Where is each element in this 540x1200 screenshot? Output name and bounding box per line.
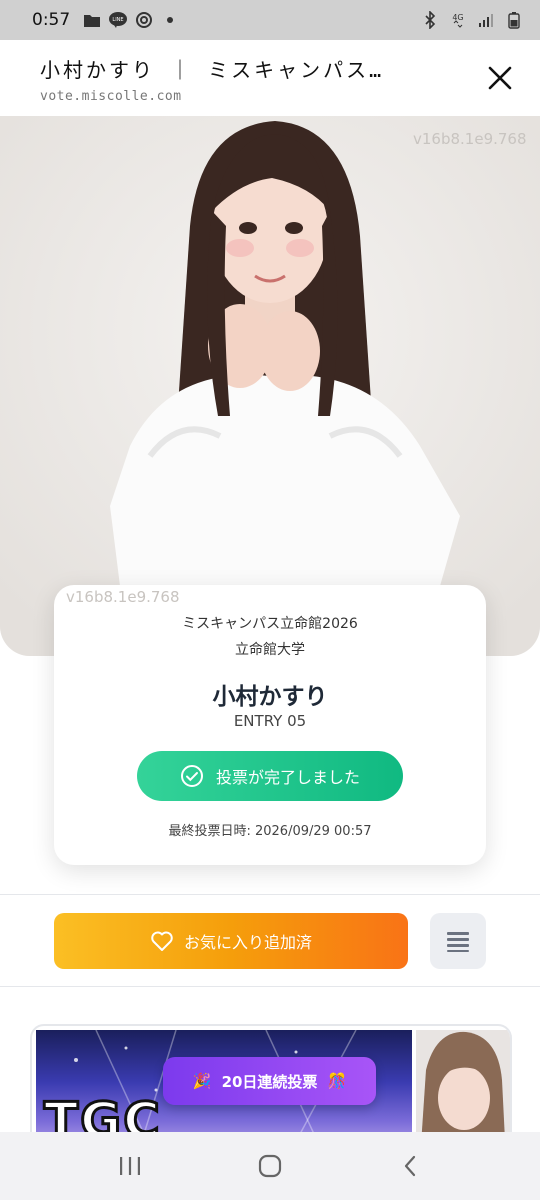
page-url: vote.miscolle.com [40, 89, 182, 104]
vote-button-label: 投票が完了しました [215, 768, 360, 787]
watermark-top: v16b8.1e9.768 [413, 130, 527, 148]
recent-apps-icon [120, 1157, 140, 1175]
streak-label: 20日連続投票 [221, 1072, 318, 1091]
portrait-image [0, 116, 540, 656]
candidate-name: 小村かすり [212, 684, 328, 710]
check-circle-icon [180, 765, 203, 787]
threads-icon [134, 10, 154, 30]
folder-icon [82, 10, 102, 30]
menu-icon [447, 932, 469, 952]
close-button[interactable] [484, 62, 516, 94]
favorite-button[interactable]: お気に入り追加済 [54, 913, 408, 969]
university-name: 立命館大学 [235, 642, 305, 658]
home-button[interactable] [250, 1146, 290, 1186]
system-nav-bar [0, 1132, 540, 1200]
bluetooth-icon [420, 10, 440, 30]
status-time: 0:57 [32, 10, 71, 30]
battery-icon [504, 10, 524, 30]
balloons-icon: 🎊 [327, 1072, 347, 1090]
recent-apps-button[interactable] [110, 1146, 150, 1186]
last-vote-time: 最終投票日時: 2026/09/29 00:57 [168, 824, 372, 839]
back-button[interactable] [390, 1146, 430, 1186]
status-right-icons: 4G [420, 10, 524, 30]
party-popper-icon: 🎉 [192, 1072, 212, 1090]
divider [0, 894, 540, 895]
vote-complete-button[interactable]: 投票が完了しました [137, 751, 403, 801]
profile-photo: v16b8.1e9.768 [0, 116, 540, 656]
entry-number: ENTRY 05 [233, 712, 307, 730]
streak-badge: 🎉 20日連続投票 🎊 [163, 1057, 376, 1105]
back-icon [404, 1155, 416, 1177]
page-header: 小村かすり ｜ ミスキャンパス立… vote.miscolle.com [0, 40, 540, 116]
svg-text:LINE: LINE [113, 17, 124, 23]
watermark-card: v16b8.1e9.768 [66, 588, 180, 606]
contest-name: ミスキャンパス立命館2026 [182, 616, 358, 632]
4g-icon: 4G [448, 10, 468, 30]
home-icon [258, 1154, 282, 1178]
line-icon: LINE [108, 10, 128, 30]
svg-text:4G: 4G [452, 13, 463, 22]
menu-button[interactable] [430, 913, 486, 969]
close-icon [488, 66, 512, 90]
status-bar: 0:57 LINE 4G [0, 0, 540, 40]
favorite-label: お気に入り追加済 [183, 933, 312, 952]
dot-icon [160, 10, 180, 30]
signal-icon [476, 10, 496, 30]
status-left-icons: LINE [82, 10, 180, 30]
page-title: 小村かすり ｜ ミスキャンパス立… [40, 58, 400, 82]
divider [0, 986, 540, 987]
heart-icon [151, 931, 173, 951]
candidate-card: v16b8.1e9.768 ミスキャンパス立命館2026 立命館大学 小村かすり… [54, 585, 486, 865]
